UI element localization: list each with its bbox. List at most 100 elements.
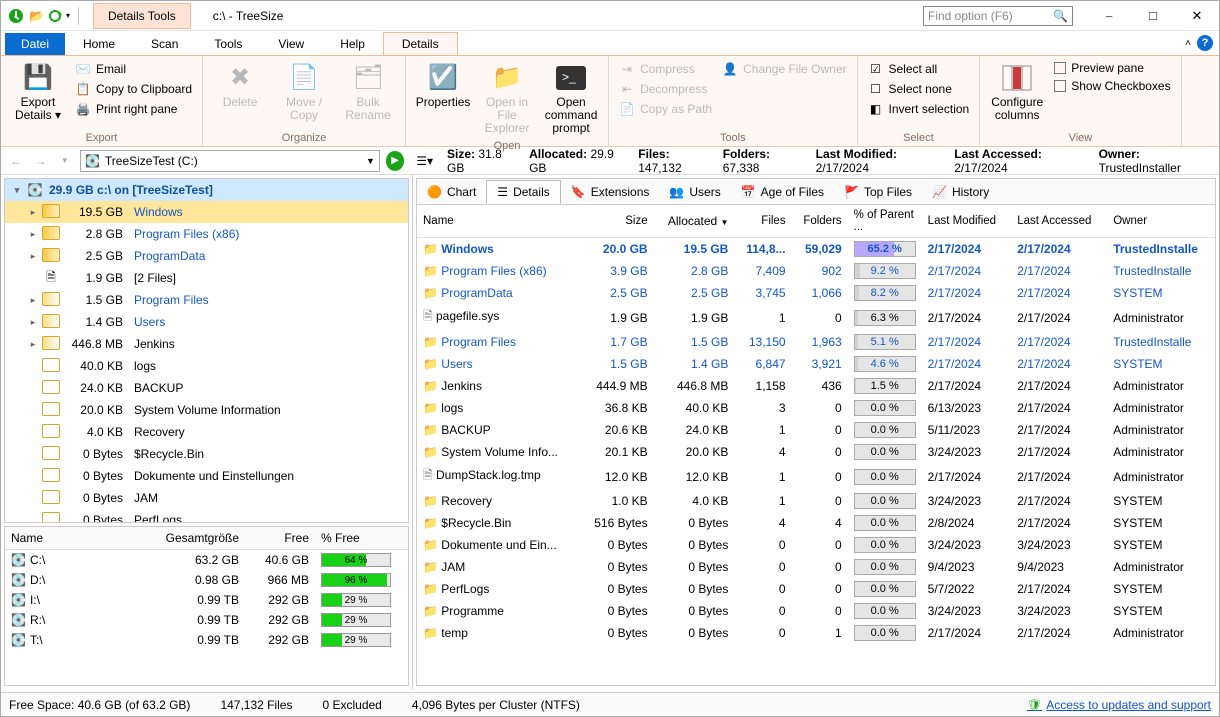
table-row[interactable]: 📁 Dokumente und Ein...0 Bytes0 Bytes000.…: [417, 534, 1215, 556]
ribbon-tab-view[interactable]: View: [260, 33, 322, 55]
tree-item[interactable]: 40.0 KBlogs: [5, 355, 408, 377]
select-none-button[interactable]: ☐Select none: [866, 80, 972, 98]
maximize-button[interactable]: □: [1131, 1, 1175, 31]
table-row[interactable]: 📁 System Volume Info...20.1 KB20.0 KB400…: [417, 441, 1215, 463]
table-row[interactable]: 📁 Recovery1.0 KB4.0 KB100.0 %3/24/20232/…: [417, 490, 1215, 512]
tree-item[interactable]: 0 BytesPerfLogs: [5, 509, 408, 523]
compress-button[interactable]: ⇥Compress: [617, 60, 714, 78]
table-row[interactable]: 📁 Users1.5 GB1.4 GB6,8473,9214.6 %2/17/2…: [417, 353, 1215, 375]
close-button[interactable]: ✕: [1175, 1, 1219, 31]
table-row[interactable]: 🗎 DumpStack.log.tmp12.0 KB12.0 KB100.0 %…: [417, 463, 1215, 490]
tree-item[interactable]: ▸2.8 GBProgram Files (x86): [5, 223, 408, 245]
col-percent[interactable]: % of Parent ...: [848, 205, 922, 238]
expand-icon[interactable]: ▸: [27, 317, 39, 328]
col-total[interactable]: Gesamtgröße: [155, 527, 245, 549]
table-row[interactable]: 📁 BACKUP20.6 KB24.0 KB100.0 %5/11/20232/…: [417, 419, 1215, 441]
table-row[interactable]: 📁 Program Files1.7 GB1.5 GB13,1501,9635.…: [417, 331, 1215, 353]
properties-button[interactable]: ☑️Properties: [414, 60, 472, 111]
tree-item[interactable]: 0 BytesDokumente und Einstellungen: [5, 465, 408, 487]
col-folders[interactable]: Folders: [792, 205, 848, 238]
copy-path-button[interactable]: 📄Copy as Path: [617, 100, 714, 118]
table-row[interactable]: 🗎 pagefile.sys1.9 GB1.9 GB106.3 %2/17/20…: [417, 304, 1215, 331]
drive-row[interactable]: 💽I:\0.99 TB292 GB29 %: [5, 590, 408, 610]
tab-users[interactable]: 👥Users: [659, 181, 730, 203]
ribbon-tab-file[interactable]: Datei: [5, 33, 65, 55]
delete-button[interactable]: ✖Delete: [211, 60, 269, 111]
tab-top-files[interactable]: 🚩Top Files: [834, 181, 922, 203]
drive-row[interactable]: 💽R:\0.99 TB292 GB29 %: [5, 610, 408, 630]
expand-icon[interactable]: ▸: [27, 229, 39, 240]
tree-item[interactable]: ▸2.5 GBProgramData: [5, 245, 408, 267]
configure-columns-button[interactable]: Configure columns: [988, 60, 1046, 124]
expand-icon[interactable]: ▸: [27, 207, 39, 218]
details-grid[interactable]: Name Size Allocated ▼ Files Folders % of…: [417, 205, 1215, 644]
tree-item[interactable]: ▸19.5 GBWindows: [5, 201, 408, 223]
export-details-button[interactable]: 💾 Export Details ▾: [9, 60, 67, 124]
show-checkboxes-checkbox[interactable]: Show Checkboxes: [1052, 78, 1172, 94]
table-row[interactable]: 📁 temp0 Bytes0 Bytes010.0 %2/17/20242/17…: [417, 622, 1215, 644]
ribbon-tab-home[interactable]: Home: [65, 33, 133, 55]
decompress-button[interactable]: ⇤Decompress: [617, 80, 714, 98]
tree-item[interactable]: 0 BytesJAM: [5, 487, 408, 509]
select-all-button[interactable]: ☑Select all: [866, 60, 972, 78]
tree-item[interactable]: 24.0 KBBACKUP: [5, 377, 408, 399]
collapse-ribbon-icon[interactable]: ˄: [1185, 38, 1191, 49]
find-option-search[interactable]: Find option (F6) 🔍: [923, 6, 1073, 26]
qat-dropdown-icon[interactable]: ▾: [66, 11, 74, 20]
drive-row[interactable]: 💽C:\63.2 GB40.6 GB64 %: [5, 550, 408, 570]
tree-item[interactable]: 0 Bytes$Recycle.Bin: [5, 443, 408, 465]
ribbon-tab-scan[interactable]: Scan: [133, 33, 196, 55]
col-files[interactable]: Files: [734, 205, 791, 238]
qat-open-icon[interactable]: 📂: [29, 9, 44, 23]
table-row[interactable]: 📁 PerfLogs0 Bytes0 Bytes000.0 %5/7/20222…: [417, 578, 1215, 600]
col-name[interactable]: Name: [417, 205, 581, 238]
tree-item[interactable]: 🗎1.9 GB[2 Files]: [5, 267, 408, 289]
ribbon-tab-details[interactable]: Details: [383, 32, 458, 55]
tab-chart[interactable]: 🟠Chart: [417, 181, 486, 203]
col-modified[interactable]: Last Modified: [922, 205, 1012, 238]
qat-refresh-icon[interactable]: [48, 9, 62, 23]
tab-history[interactable]: 📈History: [922, 181, 999, 203]
table-row[interactable]: 📁 $Recycle.Bin516 Bytes0 Bytes440.0 %2/8…: [417, 512, 1215, 534]
directory-tree[interactable]: ▾ 💽 29.9 GB c:\ on [TreeSizeTest] ▸19.5 …: [4, 178, 409, 523]
col-owner[interactable]: Owner: [1107, 205, 1215, 238]
copy-clipboard-button[interactable]: 📋Copy to Clipboard: [73, 80, 194, 98]
table-row[interactable]: 📁 Jenkins444.9 MB446.8 MB1,1584361.5 %2/…: [417, 375, 1215, 397]
expand-icon[interactable]: ▸: [27, 339, 39, 350]
print-right-button[interactable]: 🖨️Print right pane: [73, 100, 194, 118]
table-row[interactable]: 📁 ProgramData2.5 GB2.5 GB3,7451,0668.2 %…: [417, 282, 1215, 304]
tab-extensions[interactable]: 🔖Extensions: [561, 181, 660, 203]
email-button[interactable]: ✉️Email: [73, 60, 194, 78]
col-name[interactable]: Name: [5, 527, 155, 549]
tab-details[interactable]: ☰Details: [486, 180, 560, 204]
change-owner-button[interactable]: 👤Change File Owner: [720, 60, 848, 78]
table-row[interactable]: 📁 Program Files (x86)3.9 GB2.8 GB7,40990…: [417, 260, 1215, 282]
help-icon[interactable]: ?: [1197, 35, 1213, 51]
collapse-icon[interactable]: ▾: [11, 185, 23, 196]
tree-item[interactable]: 4.0 KBRecovery: [5, 421, 408, 443]
table-row[interactable]: 📁 Programme0 Bytes0 Bytes000.0 %3/24/202…: [417, 600, 1215, 622]
summary-mode-icon[interactable]: ☰▾: [416, 154, 433, 168]
preview-pane-checkbox[interactable]: Preview pane: [1052, 60, 1172, 76]
open-explorer-button[interactable]: 📁Open in File Explorer: [478, 60, 536, 138]
tree-item[interactable]: 20.0 KBSystem Volume Information: [5, 399, 408, 421]
tab-age[interactable]: 📅Age of Files: [731, 181, 834, 203]
col-allocated[interactable]: Allocated ▼: [654, 205, 735, 238]
table-row[interactable]: 📁 Windows20.0 GB19.5 GB114,8...59,02965.…: [417, 238, 1215, 261]
col-pct[interactable]: % Free: [315, 527, 408, 549]
tree-item[interactable]: ▸446.8 MBJenkins: [5, 333, 408, 355]
open-cmd-button[interactable]: >_Open command prompt: [542, 60, 600, 138]
tree-root[interactable]: ▾ 💽 29.9 GB c:\ on [TreeSizeTest]: [5, 179, 408, 201]
expand-icon[interactable]: ▸: [27, 251, 39, 262]
move-copy-button[interactable]: 📄Move / Copy: [275, 60, 333, 124]
drive-row[interactable]: 💽T:\0.99 TB292 GB29 %: [5, 630, 408, 650]
drive-row[interactable]: 💽D:\0.98 GB966 MB96 %: [5, 570, 408, 590]
tree-item[interactable]: ▸1.5 GBProgram Files: [5, 289, 408, 311]
go-button[interactable]: ▶: [386, 151, 404, 171]
forward-button[interactable]: →: [31, 151, 49, 171]
ribbon-tab-tools[interactable]: Tools: [196, 33, 260, 55]
updates-link[interactable]: 🛡Access to updates and support: [1027, 698, 1211, 712]
col-free[interactable]: Free: [245, 527, 315, 549]
col-accessed[interactable]: Last Accessed: [1011, 205, 1107, 238]
bulk-rename-button[interactable]: 🗂Bulk Rename: [339, 60, 397, 124]
